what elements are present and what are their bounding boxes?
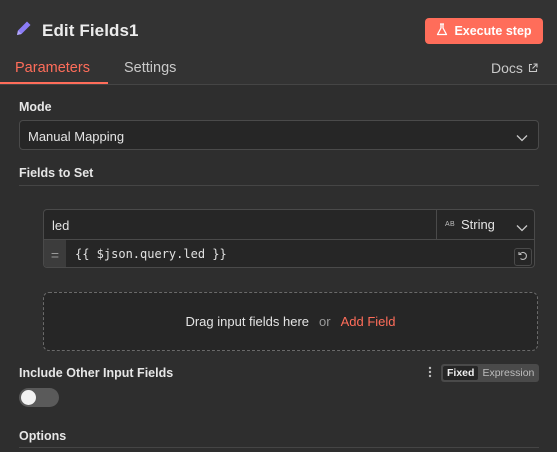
mode-select[interactable]: Manual Mapping bbox=[19, 120, 539, 150]
field-type-select[interactable]: AB String bbox=[436, 210, 534, 239]
field-name-input[interactable]: led bbox=[44, 210, 436, 239]
execute-step-button[interactable]: Execute step bbox=[425, 18, 543, 44]
field-type-value: String bbox=[460, 217, 495, 232]
docs-label: Docs bbox=[491, 60, 523, 76]
mode-expression-option[interactable]: Expression bbox=[478, 366, 538, 380]
pencil-icon bbox=[14, 18, 34, 43]
tab-bar: Parameters Settings bbox=[0, 58, 557, 84]
chevron-down-icon bbox=[516, 220, 528, 235]
external-link-icon bbox=[528, 60, 538, 76]
mode-fixed-option[interactable]: Fixed bbox=[443, 366, 479, 380]
reset-value-button[interactable] bbox=[514, 248, 532, 266]
chevron-down-icon bbox=[516, 130, 528, 145]
tab-parameters[interactable]: Parameters bbox=[15, 60, 90, 76]
options-label: Options bbox=[19, 429, 67, 443]
include-other-label: Include Other Input Fields bbox=[19, 366, 174, 380]
include-other-toggle[interactable] bbox=[19, 388, 59, 407]
dropzone-text: Drag input fields here bbox=[185, 314, 310, 329]
docs-link[interactable]: Docs bbox=[491, 60, 538, 76]
options-divider bbox=[19, 447, 539, 448]
undo-icon bbox=[518, 248, 528, 266]
add-field-button[interactable]: Add Field bbox=[341, 314, 396, 329]
field-value-row: = {{ $json.query.led }} bbox=[44, 239, 534, 267]
equals-icon: = bbox=[44, 240, 66, 267]
toggle-knob bbox=[21, 390, 36, 405]
execute-step-label: Execute step bbox=[454, 24, 532, 38]
fields-to-set-label: Fields to Set bbox=[19, 166, 94, 180]
add-field-dropzone[interactable]: Drag input fields here or Add Field bbox=[43, 292, 538, 351]
mode-select-value: Manual Mapping bbox=[28, 129, 125, 144]
section-divider bbox=[19, 185, 539, 186]
mode-label: Mode bbox=[19, 100, 52, 114]
node-header: Edit Fields1 Execute step Parameters Set… bbox=[0, 0, 557, 84]
tab-settings[interactable]: Settings bbox=[124, 60, 176, 76]
node-title: Edit Fields1 bbox=[42, 20, 139, 40]
fixed-expression-toggle: Fixed Expression bbox=[441, 364, 539, 382]
flask-icon bbox=[436, 23, 448, 39]
title-row: Edit Fields1 bbox=[14, 18, 139, 43]
field-value-expression[interactable]: {{ $json.query.led }} bbox=[75, 247, 227, 261]
dropzone-or: or bbox=[319, 314, 331, 329]
field-assignment: led AB String = {{ $json.query.led }} bbox=[43, 209, 535, 268]
string-type-icon: AB bbox=[445, 221, 455, 228]
more-options-icon[interactable] bbox=[426, 365, 434, 379]
parameters-panel: Mode Manual Mapping Fields to Set led AB… bbox=[0, 85, 557, 452]
